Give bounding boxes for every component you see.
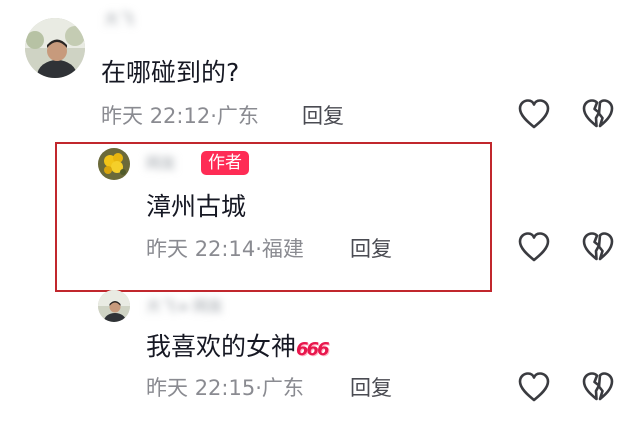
meta-separator: ·: [210, 104, 217, 128]
broken-heart-icon[interactable]: [581, 98, 615, 130]
comment-section: 大飞 在哪碰到的? 昨天 22:12·广东 回复 网友 作者 漳州古城 昨天 2…: [0, 0, 640, 421]
broken-heart-icon[interactable]: [581, 371, 615, 403]
meta-separator: ·: [255, 237, 262, 261]
comment-date: 昨天: [146, 376, 188, 400]
comment-location: 福建: [261, 237, 304, 261]
author-badge: 作者: [201, 151, 249, 175]
reply-button[interactable]: 回复: [350, 236, 392, 262]
comment-location: 广东: [216, 104, 259, 128]
comment-location: 广东: [261, 376, 304, 400]
comment-time: 22:12: [149, 104, 211, 128]
comment-text: 漳州古城: [146, 192, 247, 221]
comment-date: 昨天: [101, 104, 143, 128]
comment-date: 昨天: [146, 237, 188, 261]
comment-time: 22:15: [194, 376, 256, 400]
reply-button[interactable]: 回复: [302, 103, 344, 129]
heart-outline-icon[interactable]: [517, 371, 551, 403]
username[interactable]: 大飞: [104, 8, 134, 29]
comment-text: 在哪碰到的?: [101, 58, 240, 87]
comment-text-body: 我喜欢的女神: [146, 332, 297, 361]
broken-heart-icon[interactable]: [581, 231, 615, 263]
username[interactable]: 网友: [146, 152, 176, 173]
reply-button[interactable]: 回复: [350, 375, 392, 401]
username[interactable]: 大飞 ▸ 网友: [146, 295, 223, 316]
comment-meta: 昨天 22:14·福建: [146, 236, 304, 262]
emoji-666: 666: [296, 339, 330, 360]
comment-time: 22:14: [194, 237, 256, 261]
heart-outline-icon[interactable]: [517, 231, 551, 263]
avatar[interactable]: [98, 290, 130, 322]
comment-meta: 昨天 22:15·广东: [146, 375, 304, 401]
avatar[interactable]: [98, 148, 130, 180]
meta-separator: ·: [255, 376, 262, 400]
comment-meta: 昨天 22:12·广东: [101, 103, 259, 129]
heart-outline-icon[interactable]: [517, 98, 551, 130]
comment-text: 我喜欢的女神666: [146, 332, 330, 365]
avatar[interactable]: [25, 18, 85, 78]
